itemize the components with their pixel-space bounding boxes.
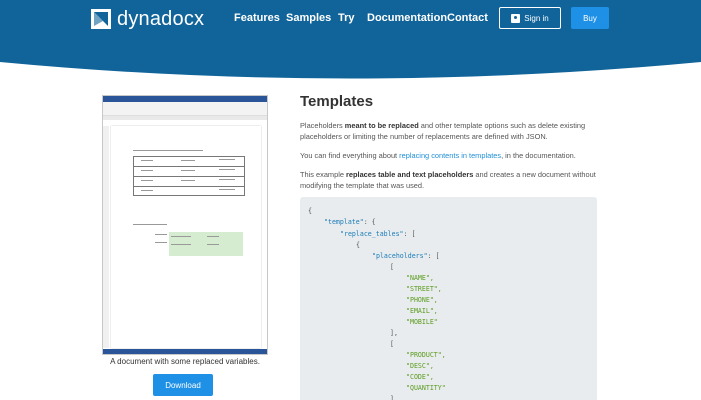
paragraph-docs: You can find everything about replacing … [300, 151, 576, 160]
nav-samples[interactable]: Samples [286, 12, 331, 24]
docs-link[interactable]: replacing contents in templates [399, 151, 501, 160]
nav-contact[interactable]: Contact [447, 12, 488, 24]
word-side-ruler [103, 126, 109, 348]
download-button[interactable]: Download [153, 374, 213, 396]
nav-try[interactable]: Try [338, 12, 355, 24]
logo-icon [91, 9, 111, 29]
preview-caption: A document with some replaced variables. [110, 357, 260, 366]
nav-documentation[interactable]: Documentation [367, 12, 447, 24]
word-statusbar [103, 349, 267, 354]
paragraph-intro: Placeholders meant to be replaced and ot… [300, 121, 586, 141]
word-ruler [103, 116, 267, 120]
logo[interactable]: dynadocx [91, 8, 204, 30]
page-title: Templates [300, 93, 374, 110]
json-code-block: { "template": { "replace_tables": [ { "p… [300, 197, 597, 400]
paragraph-example: This example replaces table and text pla… [300, 170, 596, 190]
sign-in-label: Sign in [524, 13, 549, 23]
logo-text: dynadocx [117, 7, 205, 30]
word-page [111, 126, 261, 348]
document-preview-image [102, 95, 268, 355]
sign-in-button[interactable]: Sign in [499, 7, 561, 29]
site-header: dynadocx Features Samples Try Documentat… [0, 0, 701, 80]
nav-features[interactable]: Features [234, 12, 280, 24]
word-ribbon [103, 102, 267, 116]
buy-button[interactable]: Buy [571, 7, 609, 29]
user-icon [511, 13, 521, 23]
